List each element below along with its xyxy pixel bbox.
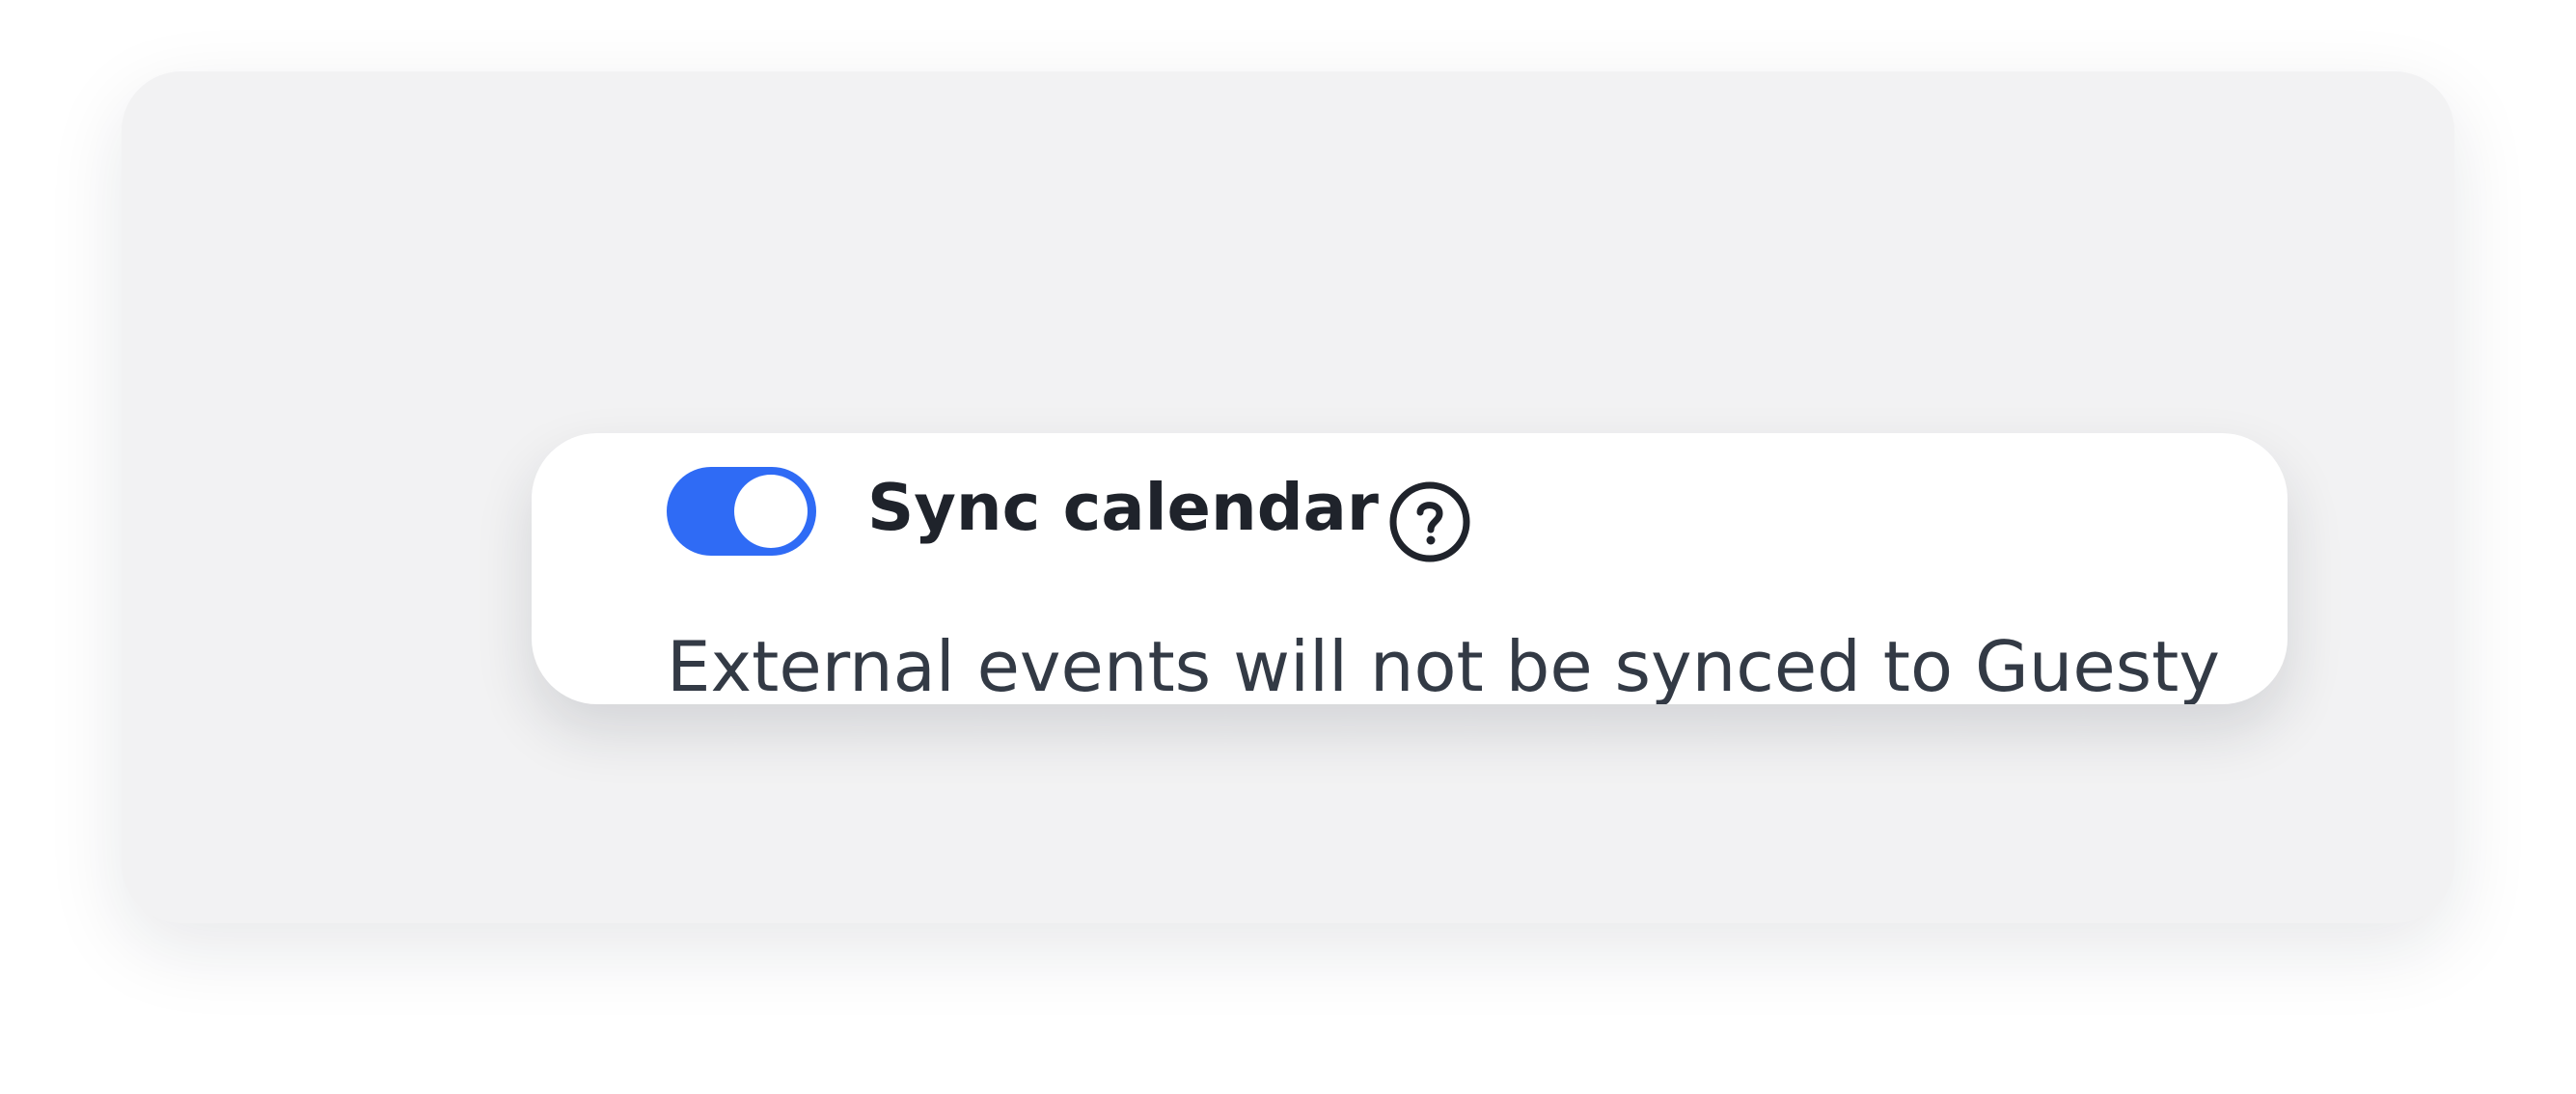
setting-title: Sync calendar bbox=[867, 470, 1379, 545]
sync-calendar-toggle[interactable] bbox=[667, 467, 816, 556]
toggle-knob bbox=[734, 475, 808, 548]
settings-panel: Sync calendar External events will not b… bbox=[122, 71, 2454, 923]
sync-calendar-setting-card: Sync calendar External events will not b… bbox=[532, 433, 2288, 704]
setting-description: External events will not be synced to Gu… bbox=[667, 626, 2221, 704]
question-circle-icon[interactable] bbox=[1387, 479, 1472, 564]
